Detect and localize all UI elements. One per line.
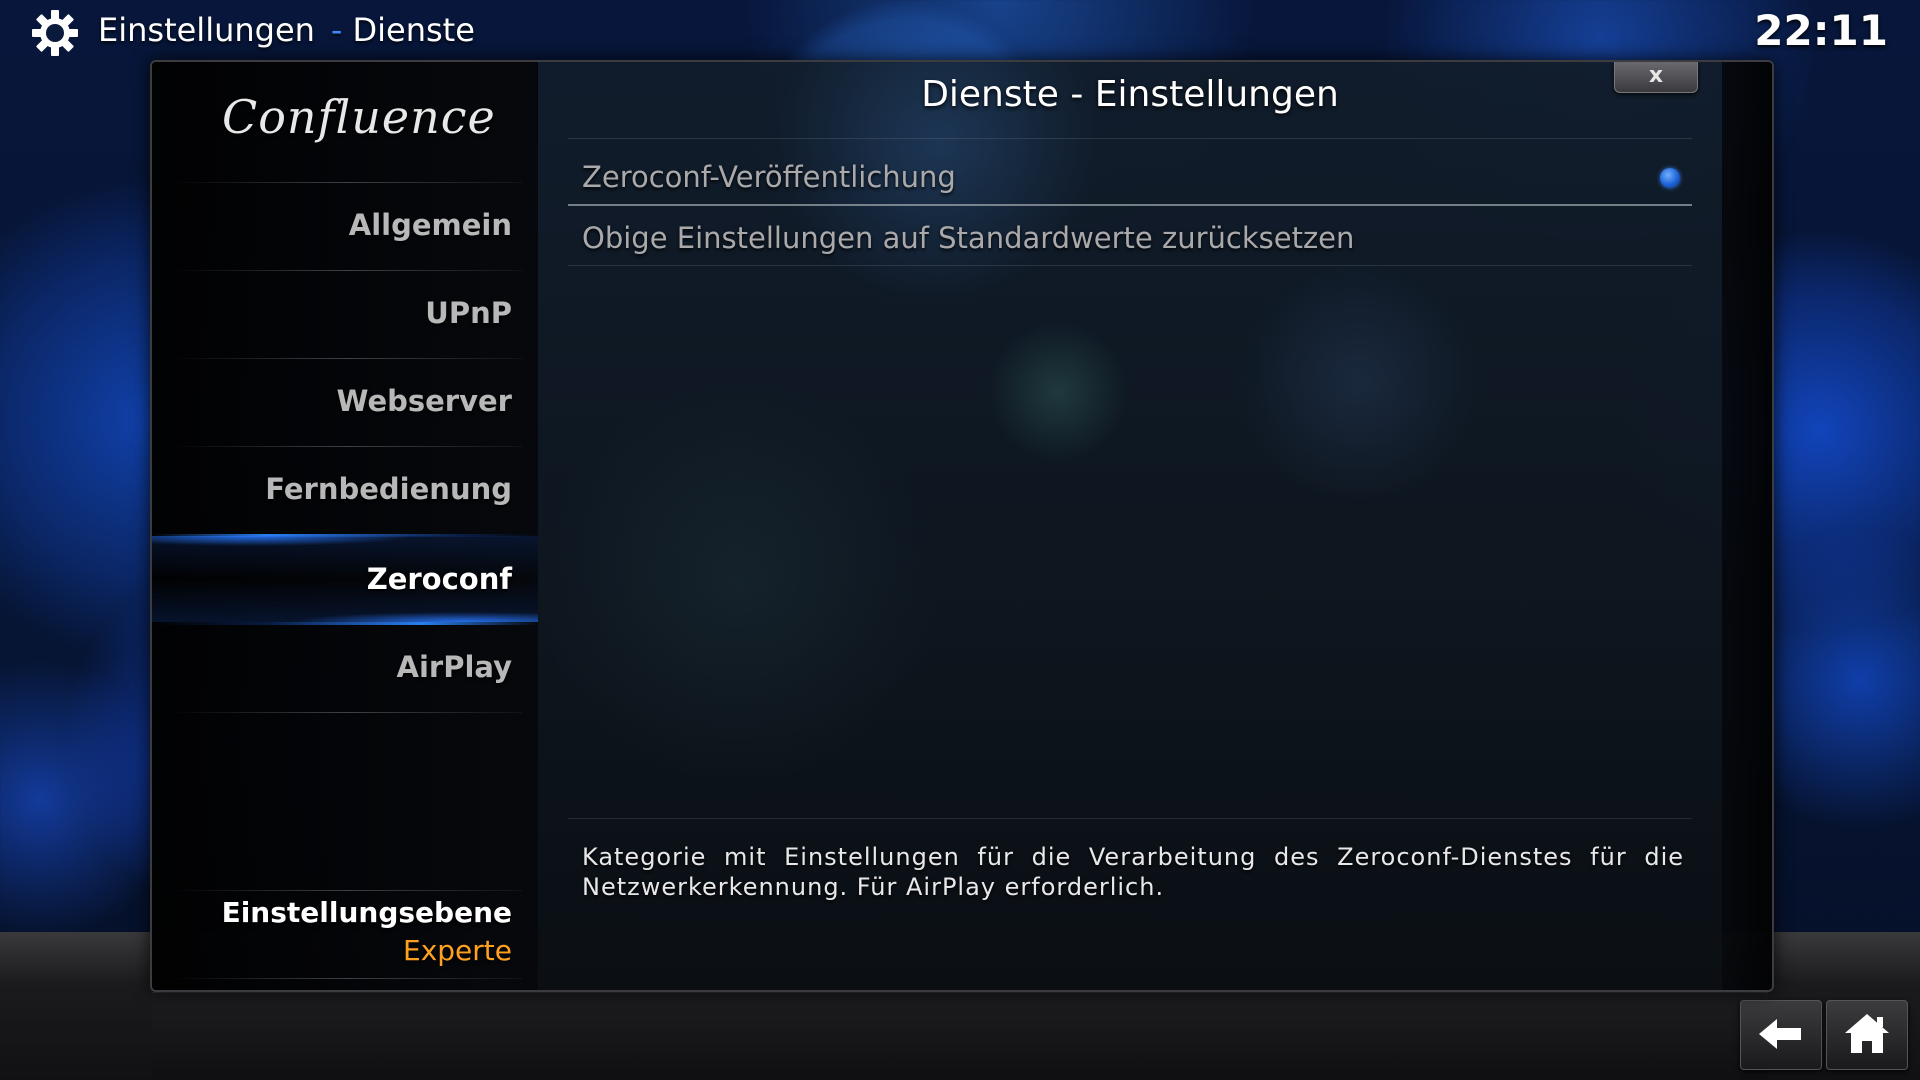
setting-description: Kategorie mit Einstellungen für die Vera… (582, 843, 1684, 901)
back-button[interactable] (1740, 1000, 1822, 1070)
divider (568, 138, 1692, 139)
sidebar-item-label: Fernbedienung (265, 472, 512, 506)
home-button[interactable] (1826, 1000, 1908, 1070)
setting-zeroconf-publish[interactable]: Zeroconf-Veröffentlichung (568, 150, 1692, 206)
content-panel: Dienste - Einstellungen Zeroconf-Veröffe… (538, 62, 1722, 990)
sidebar-item-label: Allgemein (348, 208, 512, 242)
close-icon: x (1648, 63, 1664, 88)
top-bar: Einstellungen - Dienste 22:11 (0, 0, 1920, 62)
settings-level-label[interactable]: Einstellungsebene (222, 896, 512, 929)
setting-label: Zeroconf-Veröffentlichung (582, 160, 956, 194)
breadcrumb-separator: - (330, 11, 343, 49)
breadcrumb-title: Einstellungen (98, 11, 315, 49)
setting-reset-defaults[interactable]: Obige Einstellungen auf Standardwerte zu… (568, 210, 1692, 266)
page-title: Dienste - Einstellungen (921, 74, 1339, 115)
sidebar-item-label: UPnP (425, 296, 512, 330)
home-icon (1845, 1014, 1889, 1053)
sidebar-item-label: AirPlay (396, 650, 512, 684)
settings-dialog: Confluence Allgemein UPnP Webserver Fern… (150, 60, 1774, 992)
sidebar-item-zeroconf[interactable]: Zeroconf (152, 536, 538, 622)
sidebar-item-webserver[interactable]: Webserver (152, 358, 538, 444)
divider (568, 818, 1692, 819)
sidebar-item-upnp[interactable]: UPnP (152, 270, 538, 356)
sidebar-item-label: Zeroconf (366, 562, 512, 596)
right-edge (1722, 62, 1772, 990)
divider (172, 712, 522, 713)
setting-label: Obige Einstellungen auf Standardwerte zu… (582, 220, 1355, 255)
gear-icon (32, 10, 78, 56)
sidebar-item-airplay[interactable]: AirPlay (152, 624, 538, 710)
clock: 22:11 (1754, 6, 1888, 55)
sidebar-item-label: Webserver (336, 384, 513, 418)
sidebar-item-allgemein[interactable]: Allgemein (152, 182, 538, 268)
sidebar-item-fernbedienung[interactable]: Fernbedienung (152, 446, 538, 532)
breadcrumb: Einstellungen - Dienste (98, 10, 475, 50)
divider (172, 890, 522, 891)
close-button[interactable]: x (1614, 62, 1698, 93)
divider (172, 978, 522, 979)
confluence-logo: Confluence (222, 90, 496, 144)
bottom-panel (152, 992, 1768, 1080)
sidebar: Confluence Allgemein UPnP Webserver Fern… (152, 62, 538, 990)
settings-level-value[interactable]: Experte (403, 934, 512, 967)
breadcrumb-subtitle: Dienste (352, 11, 475, 49)
back-arrow-icon (1759, 1019, 1801, 1049)
radio-button-icon[interactable] (1660, 168, 1680, 188)
